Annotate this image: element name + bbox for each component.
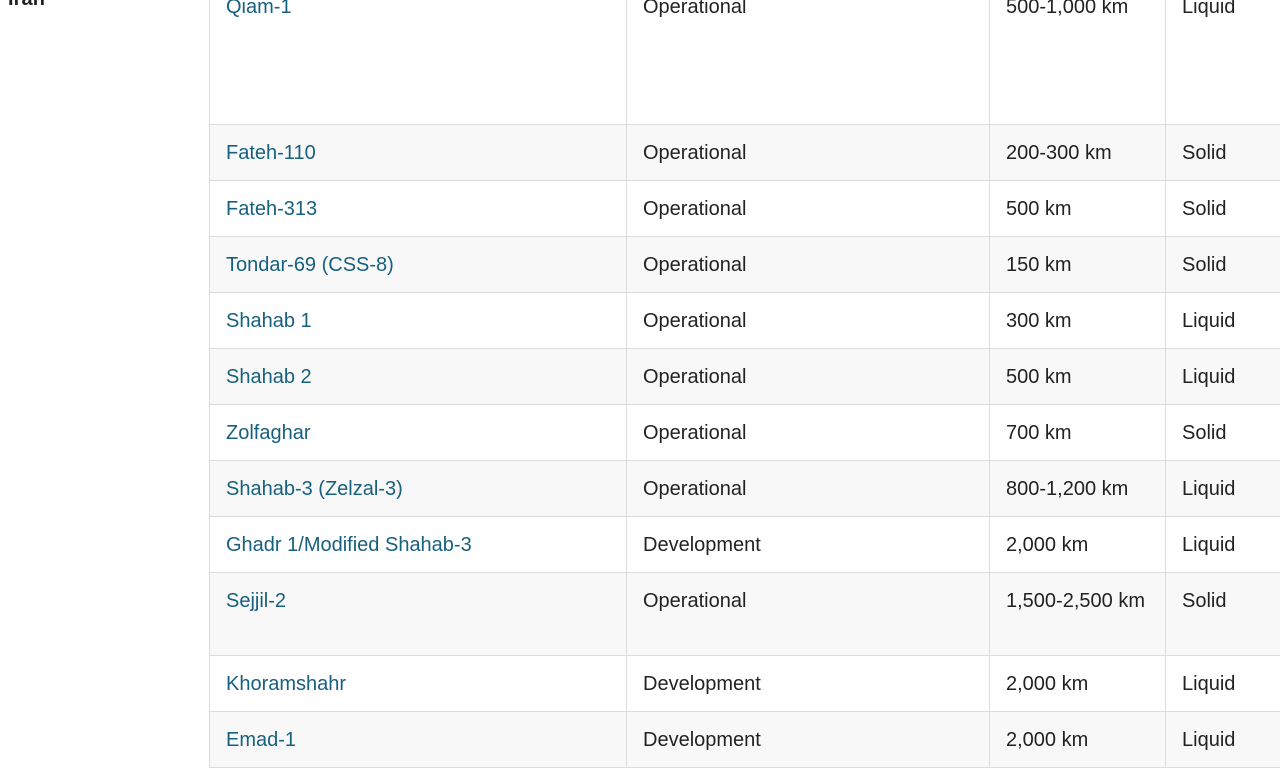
propellant-cell: Solid — [1166, 181, 1280, 237]
range-cell: 500 km — [990, 349, 1166, 405]
missile-name-cell: Emad-1 — [210, 712, 627, 768]
country-label: Iran — [8, 0, 45, 11]
missile-name-cell: Zolfaghar — [210, 405, 627, 461]
missile-name-cell: Shahab 2 — [210, 349, 627, 405]
missile-link[interactable]: Tondar-69 (CSS-8) — [226, 254, 394, 276]
missile-table: Qiam-1 Operational 500-1,000 km Liquid F… — [209, 0, 1280, 768]
status-cell: Operational — [627, 461, 990, 517]
range-cell: 500 km — [990, 181, 1166, 237]
propellant-cell: Solid — [1166, 237, 1280, 293]
missile-link[interactable]: Fateh-110 — [226, 142, 316, 164]
missile-name-cell: Ghadr 1/Modified Shahab-3 — [210, 517, 627, 573]
missile-link[interactable]: Shahab-3 (Zelzal-3) — [226, 478, 403, 500]
range-cell: 2,000 km — [990, 517, 1166, 573]
missile-name-cell: Fateh-110 — [210, 125, 627, 181]
propellant-cell: Liquid — [1166, 349, 1280, 405]
missile-link[interactable]: Zolfaghar — [226, 422, 311, 444]
status-cell: Development — [627, 656, 990, 712]
range-cell: 800-1,200 km — [990, 461, 1166, 517]
propellant-cell: Solid — [1166, 573, 1280, 656]
range-cell: 200-300 km — [990, 125, 1166, 181]
status-cell: Operational — [627, 181, 990, 237]
propellant-cell: Liquid — [1166, 656, 1280, 712]
table-row: Khoramshahr Development 2,000 km Liquid — [210, 656, 1280, 712]
missile-link[interactable]: Emad-1 — [226, 729, 296, 751]
table-row: Shahab 1 Operational 300 km Liquid — [210, 293, 1280, 349]
missile-link[interactable]: Shahab 1 — [226, 310, 312, 332]
status-cell: Operational — [627, 293, 990, 349]
range-cell: 500-1,000 km — [990, 0, 1166, 125]
missile-name-cell: Sejjil-2 — [210, 573, 627, 656]
status-cell: Operational — [627, 349, 990, 405]
table-row: Shahab 2 Operational 500 km Liquid — [210, 349, 1280, 405]
status-cell: Operational — [627, 125, 990, 181]
missile-link[interactable]: Sejjil-2 — [226, 590, 286, 612]
table-row: Tondar-69 (CSS-8) Operational 150 km Sol… — [210, 237, 1280, 293]
range-cell: 2,000 km — [990, 656, 1166, 712]
table-row: Shahab-3 (Zelzal-3) Operational 800-1,20… — [210, 461, 1280, 517]
table-row: Qiam-1 Operational 500-1,000 km Liquid — [210, 0, 1280, 125]
missile-link[interactable]: Qiam-1 — [226, 0, 292, 18]
status-cell: Development — [627, 712, 990, 768]
missile-name-cell: Qiam-1 — [210, 0, 627, 125]
propellant-cell: Liquid — [1166, 712, 1280, 768]
propellant-cell: Liquid — [1166, 517, 1280, 573]
table-row: Zolfaghar Operational 700 km Solid — [210, 405, 1280, 461]
status-cell: Operational — [627, 405, 990, 461]
propellant-cell: Liquid — [1166, 461, 1280, 517]
propellant-cell: Solid — [1166, 125, 1280, 181]
range-cell: 300 km — [990, 293, 1166, 349]
missile-link[interactable]: Khoramshahr — [226, 673, 346, 695]
missile-name-cell: Shahab 1 — [210, 293, 627, 349]
table-row: Ghadr 1/Modified Shahab-3 Development 2,… — [210, 517, 1280, 573]
missile-name-cell: Fateh-313 — [210, 181, 627, 237]
propellant-cell: Liquid — [1166, 0, 1280, 125]
range-cell: 150 km — [990, 237, 1166, 293]
propellant-cell: Solid — [1166, 405, 1280, 461]
missile-link[interactable]: Shahab 2 — [226, 366, 312, 388]
missile-link[interactable]: Ghadr 1/Modified Shahab-3 — [226, 534, 472, 556]
page: Iran Qiam-1 Operational 500-1,000 km Liq… — [0, 0, 1280, 761]
table-row: Emad-1 Development 2,000 km Liquid — [210, 712, 1280, 768]
table-row: Fateh-313 Operational 500 km Solid — [210, 181, 1280, 237]
table-row: Sejjil-2 Operational 1,500-2,500 km Soli… — [210, 573, 1280, 656]
missile-link[interactable]: Fateh-313 — [226, 198, 317, 220]
missile-name-cell: Shahab-3 (Zelzal-3) — [210, 461, 627, 517]
range-cell: 1,500-2,500 km — [990, 573, 1166, 656]
status-cell: Operational — [627, 573, 990, 656]
status-cell: Operational — [627, 0, 990, 125]
propellant-cell: Liquid — [1166, 293, 1280, 349]
range-cell: 700 km — [990, 405, 1166, 461]
missile-name-cell: Khoramshahr — [210, 656, 627, 712]
missile-name-cell: Tondar-69 (CSS-8) — [210, 237, 627, 293]
table-row: Fateh-110 Operational 200-300 km Solid — [210, 125, 1280, 181]
status-cell: Development — [627, 517, 990, 573]
range-cell: 2,000 km — [990, 712, 1166, 768]
status-cell: Operational — [627, 237, 990, 293]
